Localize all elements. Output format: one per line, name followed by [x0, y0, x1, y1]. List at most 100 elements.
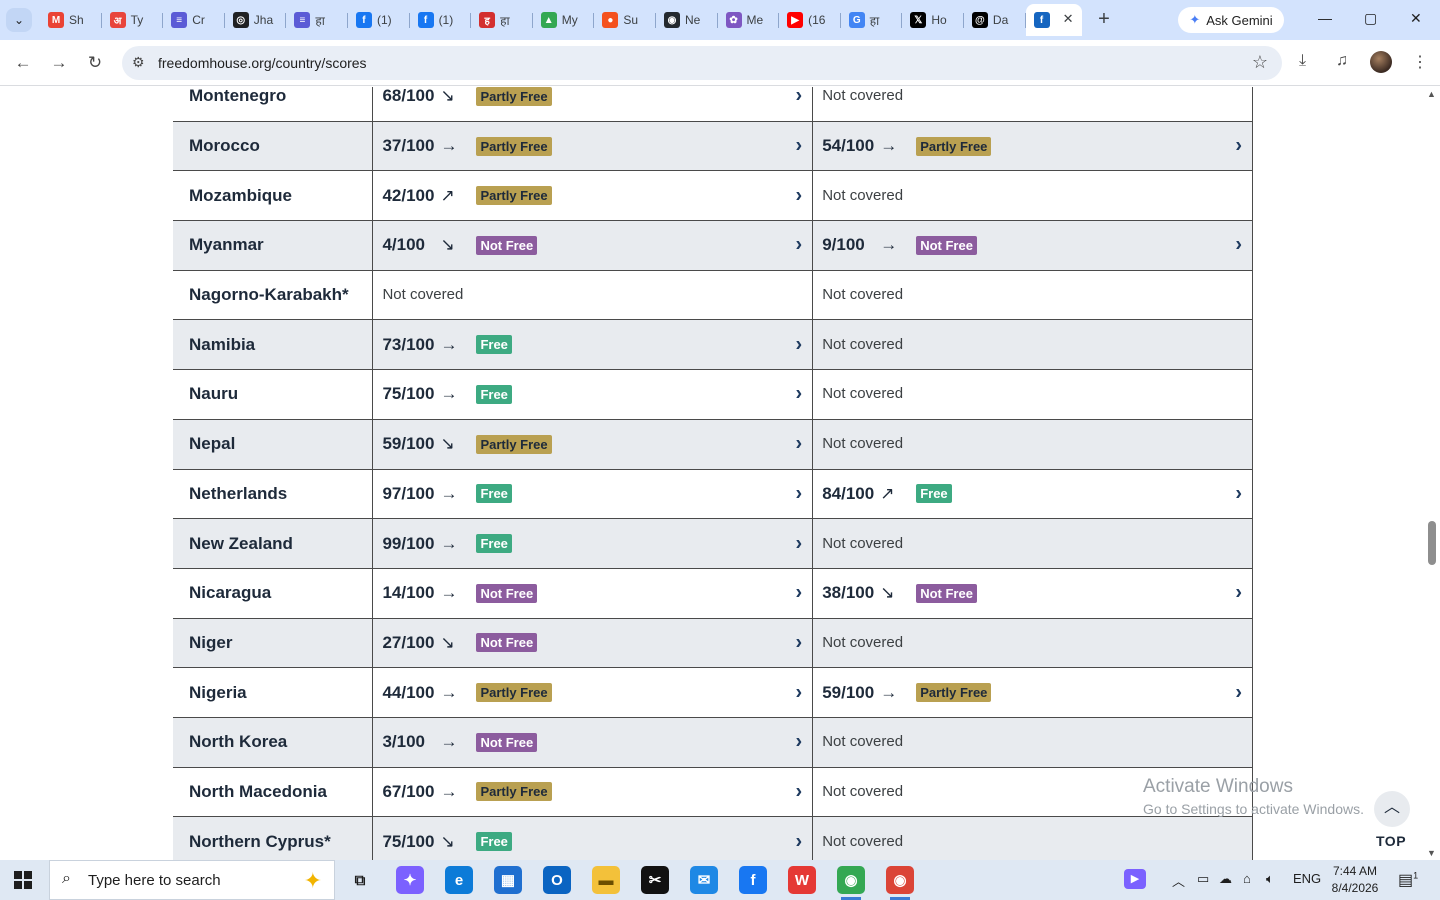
maximize-button[interactable]: ▢ [1364, 10, 1377, 27]
internet-freedom-score-cell[interactable]: 38/100 ↘ Not Free › [812, 567, 1253, 619]
chevron-right-icon[interactable]: › [796, 184, 803, 207]
new-tab-button[interactable]: + [1092, 8, 1116, 32]
outlook-icon[interactable]: O [543, 866, 571, 894]
chevron-right-icon[interactable]: › [796, 383, 803, 406]
back-to-top-label[interactable]: TOP [1376, 833, 1406, 849]
freedom-score-cell[interactable]: 73/100 → Free › [372, 319, 813, 371]
store-icon[interactable]: ▦ [494, 866, 522, 894]
notification-center-icon[interactable]: ▤1 [1398, 870, 1418, 890]
browser-tab[interactable]: ◎ Jha [225, 4, 287, 36]
show-hidden-icons-chevron[interactable]: ︿ [1172, 871, 1185, 890]
country-name[interactable]: Morocco [173, 120, 373, 172]
browser-tab-active[interactable]: f ✕ [1025, 4, 1082, 36]
country-name[interactable]: Northern Cyprus* [173, 816, 373, 860]
reload-button[interactable]: ↻ [84, 52, 106, 74]
address-bar[interactable]: ⚙ freedomhouse.org/country/scores ☆ [122, 46, 1282, 80]
scroll-down-arrow[interactable]: ▼ [1427, 848, 1436, 858]
country-name[interactable]: Mozambique [173, 170, 373, 222]
freedom-score-cell[interactable]: 68/100 ↘ Partly Free › [372, 87, 813, 122]
onedrive-cloud-icon[interactable]: ☁ [1219, 871, 1232, 887]
chevron-right-icon[interactable]: › [1235, 234, 1242, 257]
url-text[interactable]: freedomhouse.org/country/scores [158, 55, 367, 71]
menu-kebab-icon[interactable]: ⋮ [1412, 52, 1428, 72]
close-tab-icon[interactable]: ✕ [1063, 11, 1074, 27]
internet-freedom-score-cell[interactable]: 59/100 → Partly Free › [812, 667, 1253, 718]
site-info-icon[interactable]: ⚙ [132, 54, 145, 71]
scroll-up-arrow[interactable]: ▲ [1427, 89, 1436, 99]
task-view-icon[interactable]: ⧉ [346, 866, 374, 894]
browser-tab[interactable]: ● Su [594, 4, 656, 36]
chevron-right-icon[interactable]: › [796, 780, 803, 803]
chrome-icon[interactable]: ◉ [837, 866, 865, 900]
freedom-score-cell[interactable]: 3/100 → Not Free › [372, 716, 813, 768]
bookmark-star-icon[interactable]: ☆ [1252, 52, 1268, 73]
tab-search-button[interactable]: ⌄ [6, 8, 32, 32]
chevron-right-icon[interactable]: › [1235, 135, 1242, 158]
ask-gemini-button[interactable]: ✦ Ask Gemini [1178, 7, 1284, 33]
country-name[interactable]: Netherlands [173, 468, 373, 520]
freedom-score-cell[interactable]: 27/100 ↘ Not Free › [372, 617, 813, 669]
browser-tab[interactable]: ▶ (16 [779, 4, 841, 36]
browser-tab[interactable]: @ Da [964, 4, 1026, 36]
edge-icon[interactable]: e [445, 866, 473, 894]
page-scrollbar[interactable]: ▲ ▼ [1424, 87, 1440, 860]
country-name[interactable]: Namibia [173, 319, 373, 371]
chevron-right-icon[interactable]: › [796, 582, 803, 605]
scroll-thumb[interactable] [1428, 521, 1436, 565]
browser-tab[interactable]: ✿ Me [718, 4, 780, 36]
forward-button[interactable]: → [48, 52, 70, 74]
windows-start-button[interactable] [14, 871, 32, 889]
freedom-score-cell[interactable]: 42/100 ↗ Partly Free › [372, 170, 813, 222]
country-name[interactable]: North Macedonia [173, 766, 373, 818]
chevron-right-icon[interactable]: › [1235, 482, 1242, 505]
chevron-right-icon[interactable]: › [796, 482, 803, 505]
country-name[interactable]: Nepal [173, 418, 373, 470]
wps-office-icon[interactable]: W [788, 866, 816, 894]
meet-now-icon[interactable]: ▶ [1124, 869, 1146, 889]
country-name[interactable]: Niger [173, 617, 373, 669]
freedom-score-cell[interactable]: 4/100 ↘ Not Free › [372, 220, 813, 271]
chevron-right-icon[interactable]: › [796, 731, 803, 754]
chevron-right-icon[interactable]: › [796, 234, 803, 257]
language-indicator[interactable]: ENG [1293, 871, 1321, 886]
chevron-right-icon[interactable]: › [796, 631, 803, 654]
browser-tab[interactable]: अ Ty [102, 4, 164, 36]
freedom-score-cell[interactable]: 44/100 → Partly Free › [372, 667, 813, 718]
browser-tab[interactable]: f (1) [348, 4, 410, 36]
freedom-score-cell[interactable]: 75/100 ↘ Free › [372, 816, 813, 860]
chevron-right-icon[interactable]: › [796, 830, 803, 853]
country-name[interactable]: New Zealand [173, 518, 373, 569]
network-icon[interactable]: ⌂ [1243, 871, 1251, 886]
browser-tab[interactable]: f (1) [410, 4, 472, 36]
battery-icon[interactable]: ▭ [1197, 871, 1209, 887]
system-clock[interactable]: 7:44 AM 8/4/2026 [1326, 863, 1384, 897]
chevron-right-icon[interactable]: › [1235, 582, 1242, 605]
messenger-icon[interactable]: ✉ [690, 866, 718, 894]
country-name[interactable]: Nagorno-Karabakh* [173, 269, 373, 321]
copilot-icon[interactable]: ✦ [396, 866, 424, 894]
freedom-score-cell[interactable]: 75/100 → Free › [372, 369, 813, 420]
freedom-score-cell[interactable]: 59/100 ↘ Partly Free › [372, 418, 813, 470]
freedom-score-cell[interactable]: 99/100 → Free › [372, 518, 813, 569]
close-window-button[interactable]: ✕ [1410, 10, 1422, 27]
chevron-right-icon[interactable]: › [796, 333, 803, 356]
country-name[interactable]: Nauru [173, 369, 373, 420]
browser-tab[interactable]: ह हा [471, 4, 533, 36]
browser-tab[interactable]: ◉ Ne [656, 4, 718, 36]
browser-tab[interactable]: 𝕏 Ho [902, 4, 964, 36]
chrome-profile-icon[interactable]: ◉ [886, 866, 914, 900]
freedom-score-cell[interactable]: 37/100 → Partly Free › [372, 120, 813, 172]
country-name[interactable]: Nigeria [173, 667, 373, 718]
chevron-right-icon[interactable]: › [796, 135, 803, 158]
country-name[interactable]: North Korea [173, 716, 373, 768]
internet-freedom-score-cell[interactable]: 9/100 → Not Free › [812, 220, 1253, 271]
freedom-score-cell[interactable]: 14/100 → Not Free › [372, 567, 813, 619]
back-to-top-button[interactable]: ︿ [1374, 791, 1410, 827]
profile-avatar[interactable] [1370, 51, 1392, 73]
browser-tab[interactable]: M Sh [40, 4, 102, 36]
browser-tab[interactable]: ▲ My [533, 4, 595, 36]
media-control-icon[interactable]: ♫ [1336, 52, 1348, 70]
chevron-right-icon[interactable]: › [796, 433, 803, 456]
country-name[interactable]: Nicaragua [173, 567, 373, 619]
browser-tab[interactable]: G हा [841, 4, 903, 36]
